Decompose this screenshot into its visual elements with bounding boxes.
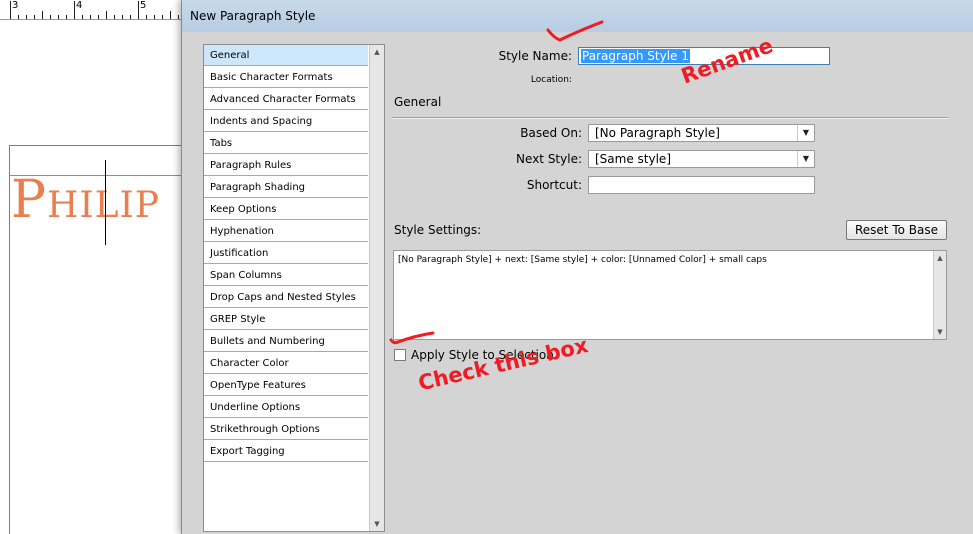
- scroll-up-icon[interactable]: ▲: [370, 45, 384, 59]
- ruler-tick: [98, 15, 99, 19]
- section-divider: [392, 117, 948, 119]
- reset-to-base-button[interactable]: Reset To Base: [846, 220, 947, 240]
- ruler-tick: [42, 11, 43, 19]
- location-label: Location:: [530, 75, 572, 85]
- category-item[interactable]: Paragraph Shading: [204, 177, 368, 198]
- scroll-down-icon[interactable]: ▼: [934, 325, 946, 339]
- category-list[interactable]: General Basic Character Formats Advanced C…: [203, 44, 385, 532]
- ruler-label: 4: [76, 0, 83, 11]
- style-name-value: Paragraph Style 1: [581, 49, 690, 63]
- new-paragraph-style-dialog: New Paragraph Style General Basic Charact…: [181, 0, 973, 534]
- ruler-tick: [82, 15, 83, 19]
- style-name-label: Style Name:: [498, 49, 572, 63]
- category-item[interactable]: Character Color: [204, 353, 368, 374]
- shortcut-label: Shortcut:: [526, 178, 582, 192]
- category-item[interactable]: Advanced Character Formats: [204, 89, 368, 110]
- style-settings-box: [No Paragraph Style] + next: [Same style…: [393, 250, 947, 340]
- ruler-tick: [138, 1, 139, 19]
- apply-style-checkbox[interactable]: [394, 349, 406, 361]
- category-item[interactable]: Indents and Spacing: [204, 111, 368, 132]
- next-style-value: [Same style]: [595, 152, 671, 166]
- category-item[interactable]: Paragraph Rules: [204, 155, 368, 176]
- ruler-tick: [10, 1, 11, 19]
- dialog-title: New Paragraph Style: [190, 9, 316, 23]
- category-item[interactable]: Justification: [204, 243, 368, 264]
- ruler-tick: [50, 15, 51, 19]
- based-on-label: Based On:: [520, 126, 582, 140]
- category-item[interactable]: General: [204, 45, 368, 66]
- category-item[interactable]: Strikethrough Options: [204, 419, 368, 440]
- ruler-label: 5: [140, 0, 147, 11]
- shortcut-input[interactable]: [588, 176, 815, 194]
- next-style-label: Next Style:: [516, 152, 582, 166]
- ruler-tick: [106, 11, 107, 19]
- category-scrollbar[interactable]: ▲ ▼: [369, 45, 384, 531]
- based-on-value: [No Paragraph Style]: [595, 126, 720, 140]
- scroll-up-icon[interactable]: ▲: [934, 251, 946, 265]
- ruler-tick: [66, 15, 67, 19]
- ruler-tick: [90, 15, 91, 19]
- chevron-down-icon[interactable]: ▼: [797, 151, 814, 167]
- category-item[interactable]: Bullets and Numbering: [204, 331, 368, 352]
- based-on-dropdown[interactable]: [No Paragraph Style] ▼: [588, 124, 815, 142]
- style-settings-label: Style Settings:: [394, 223, 482, 237]
- annotation-stroke: [389, 331, 435, 345]
- style-settings-text: [No Paragraph Style] + next: [Same style…: [398, 255, 767, 265]
- category-item[interactable]: GREP Style: [204, 309, 368, 330]
- document-text[interactable]: Philip: [11, 170, 160, 230]
- settings-scrollbar[interactable]: ▲ ▼: [933, 251, 946, 339]
- ruler-tick: [18, 15, 19, 19]
- ruler-tick: [162, 15, 163, 19]
- ruler-tick: [122, 15, 123, 19]
- ruler-tick: [34, 15, 35, 19]
- category-item[interactable]: Span Columns: [204, 265, 368, 286]
- ruler-tick: [170, 11, 171, 19]
- scroll-down-icon[interactable]: ▼: [370, 517, 384, 531]
- page-margin-guide: [9, 145, 190, 146]
- category-item[interactable]: OpenType Features: [204, 375, 368, 396]
- category-item[interactable]: Tabs: [204, 133, 368, 154]
- next-style-dropdown[interactable]: [Same style] ▼: [588, 150, 815, 168]
- ruler-tick: [146, 15, 147, 19]
- ruler-tick: [26, 15, 27, 19]
- document-canvas: 3 4 5 Philip: [0, 0, 190, 534]
- ruler-label: 3: [12, 0, 19, 11]
- annotation-stroke: [546, 20, 604, 42]
- ruler-tick: [178, 15, 179, 19]
- ruler-tick: [130, 15, 131, 19]
- category-item[interactable]: Keep Options: [204, 199, 368, 220]
- ruler-tick: [58, 15, 59, 19]
- category-item[interactable]: Hyphenation: [204, 221, 368, 242]
- ruler-tick: [114, 15, 115, 19]
- section-title: General: [394, 95, 442, 109]
- category-item[interactable]: Export Tagging: [204, 441, 368, 462]
- category-item[interactable]: Basic Character Formats: [204, 67, 368, 88]
- category-item[interactable]: Drop Caps and Nested Styles: [204, 287, 368, 308]
- horizontal-ruler: 3 4 5: [0, 0, 190, 20]
- chevron-down-icon[interactable]: ▼: [797, 125, 814, 141]
- page-margin-guide: [9, 145, 10, 534]
- ruler-tick: [154, 15, 155, 19]
- category-item[interactable]: Underline Options: [204, 397, 368, 418]
- ruler-tick: [74, 1, 75, 19]
- text-cursor: [105, 160, 106, 245]
